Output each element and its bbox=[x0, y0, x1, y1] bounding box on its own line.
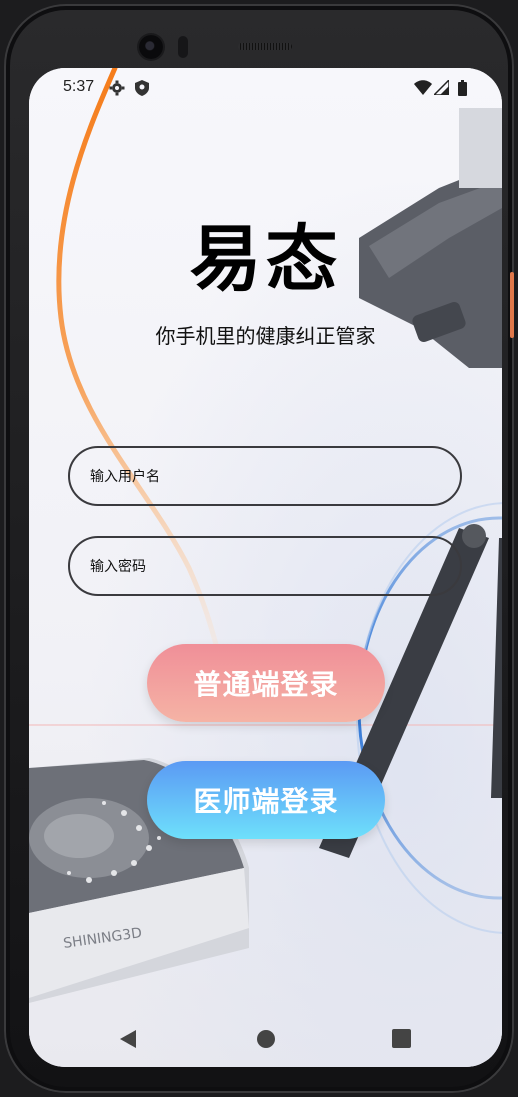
front-camera bbox=[139, 35, 163, 59]
recents-icon[interactable] bbox=[392, 1029, 411, 1048]
system-nav-bar bbox=[29, 1016, 502, 1067]
password-input[interactable] bbox=[88, 538, 442, 596]
wifi-icon bbox=[414, 80, 432, 95]
username-field[interactable] bbox=[68, 446, 462, 506]
doctor-login-button[interactable]: 医师端登录 bbox=[147, 761, 385, 839]
power-button[interactable] bbox=[510, 272, 514, 338]
app-screen: SHINING3D 5:37 易态 你手机里的健康纠正管家 输入用户名 普通端登… bbox=[29, 68, 502, 1067]
gear-icon bbox=[109, 80, 125, 96]
status-time: 5:37 bbox=[63, 78, 95, 95]
password-field[interactable] bbox=[68, 536, 462, 596]
app-subtitle: 你手机里的健康纠正管家 bbox=[155, 324, 376, 348]
back-icon[interactable] bbox=[119, 1029, 137, 1049]
app-title: 易态 bbox=[189, 217, 342, 301]
signal-icon bbox=[434, 80, 449, 95]
proximity-sensor bbox=[178, 36, 188, 58]
normal-login-button[interactable]: 普通端登录 bbox=[147, 644, 385, 722]
battery-icon bbox=[458, 80, 467, 96]
status-bar: 5:37 bbox=[29, 68, 502, 108]
shield-icon bbox=[135, 80, 149, 96]
home-icon[interactable] bbox=[256, 1029, 276, 1049]
phone-frame: SHINING3D 5:37 易态 你手机里的健康纠正管家 输入用户名 普通端登… bbox=[4, 4, 514, 1093]
username-input[interactable] bbox=[88, 448, 442, 506]
earpiece-speaker bbox=[238, 43, 292, 50]
